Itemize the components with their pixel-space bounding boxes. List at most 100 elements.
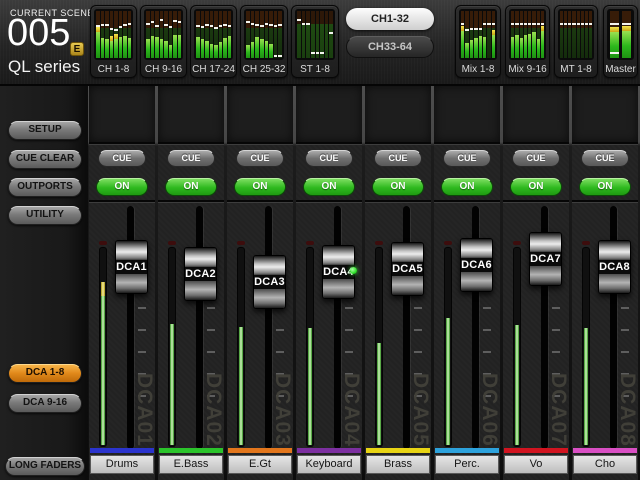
bank-button-ch33-64[interactable]: CH33-64	[346, 36, 434, 58]
meter-block-ch-1-8[interactable]: CH 1-8	[90, 5, 137, 78]
channel-name[interactable]: Cho	[573, 455, 637, 474]
peak-led	[306, 241, 314, 245]
strip-function-box[interactable]	[227, 86, 293, 142]
fader-cap-label: DCA2	[185, 267, 216, 281]
utility-button[interactable]: UTILITY	[8, 206, 82, 225]
level-meter	[128, 11, 132, 58]
on-button[interactable]: ON	[234, 178, 286, 196]
on-button[interactable]: ON	[96, 178, 148, 196]
channel-color-bar	[228, 448, 292, 453]
fader-cap[interactable]: DCA7	[529, 232, 562, 286]
channel-strip-dca03: CUEONDCA3DCA03E.Gt	[227, 86, 293, 480]
strip-function-box[interactable]	[503, 86, 569, 142]
channel-name[interactable]: Keyboard	[297, 455, 361, 474]
fader-cap[interactable]: DCA2	[184, 247, 217, 301]
channel-name[interactable]: Vo	[504, 455, 568, 474]
strip-function-box[interactable]	[365, 86, 431, 142]
cue-button[interactable]: CUE	[581, 150, 629, 167]
peak-led	[168, 241, 176, 245]
meter-fill	[228, 36, 232, 58]
meter-fill	[246, 45, 250, 58]
fader-position-mark	[101, 24, 105, 26]
meter-block-mix-1-8[interactable]: Mix 1-8	[455, 5, 501, 78]
cue-button[interactable]: CUE	[167, 150, 215, 167]
meter-block-ch-9-16[interactable]: CH 9-16	[140, 5, 187, 78]
channel-name[interactable]: Perc.	[435, 455, 499, 474]
fader-cap[interactable]: DCA6	[460, 238, 493, 292]
fader-position-mark	[164, 24, 168, 26]
strip-function-box[interactable]	[572, 86, 638, 142]
channel-meter	[168, 247, 176, 447]
on-button[interactable]: ON	[165, 178, 217, 196]
strip-function-box[interactable]	[296, 86, 362, 142]
channel-name[interactable]: E.Gt	[228, 455, 292, 474]
fader-scale-tick	[207, 351, 215, 353]
fader-position-mark	[278, 55, 282, 57]
cue-clear-button[interactable]: CUE CLEAR	[8, 150, 82, 169]
fader-scale-tick	[552, 307, 560, 309]
long-faders-button[interactable]: LONG FADERS	[5, 457, 85, 476]
cue-button[interactable]: CUE	[512, 150, 560, 167]
fader-position-mark	[465, 29, 468, 31]
strip-function-box[interactable]	[89, 86, 155, 142]
strip-function-box[interactable]	[158, 86, 224, 142]
level-meter	[479, 11, 482, 58]
scene-number[interactable]: 005	[7, 12, 70, 55]
dca-1-8-button[interactable]: DCA 1-8	[8, 364, 82, 383]
channel-color-bar	[159, 448, 223, 453]
fader-cap-bottom	[116, 274, 147, 293]
meter-area	[94, 9, 133, 60]
meter-block-ch-25-32[interactable]: CH 25-32	[240, 5, 288, 78]
cue-button[interactable]: CUE	[443, 150, 491, 167]
meter-yellow-tip	[610, 27, 619, 32]
meter-fill	[260, 39, 264, 58]
meter-block-st-1-8[interactable]: ST 1-8	[291, 5, 339, 78]
fader-position-mark	[515, 23, 518, 25]
cue-button[interactable]: CUE	[305, 150, 353, 167]
channel-name[interactable]: Brass	[366, 455, 430, 474]
meter-fill	[105, 39, 109, 58]
fader-position-mark	[589, 23, 592, 25]
strip-function-box[interactable]	[434, 86, 500, 142]
meter-area	[509, 9, 546, 60]
fader-cap[interactable]: DCA8	[598, 240, 631, 294]
channel-name[interactable]: E.Bass	[159, 455, 223, 474]
on-button[interactable]: ON	[579, 178, 631, 196]
meter-yellow-tip	[461, 26, 464, 31]
cue-button[interactable]: CUE	[236, 150, 284, 167]
fader-cap[interactable]: DCA5	[391, 242, 424, 296]
meter-block-master[interactable]: Master	[603, 5, 638, 78]
fader-cap-bottom	[254, 289, 285, 308]
level-meter	[123, 11, 127, 58]
on-button[interactable]: ON	[510, 178, 562, 196]
fader-position-mark	[214, 27, 218, 29]
meter-block-label: ST 1-8	[292, 64, 338, 75]
fader-cap[interactable]: DCA1	[115, 240, 148, 294]
bank-button-ch1-32[interactable]: CH1-32	[346, 8, 434, 30]
channel-strip-dca08: CUEONDCA8DCA08Cho	[572, 86, 638, 480]
fader-position-mark	[260, 25, 264, 27]
meter-area	[607, 9, 634, 60]
meter-block-label: CH 25-32	[241, 64, 287, 75]
outports-button[interactable]: OUTPORTS	[8, 178, 82, 197]
fader-position-mark	[511, 23, 514, 25]
fader-cap[interactable]: DCA4	[322, 245, 355, 299]
cue-button[interactable]: CUE	[98, 150, 146, 167]
on-button[interactable]: ON	[372, 178, 424, 196]
dca-9-16-button[interactable]: DCA 9-16	[8, 394, 82, 413]
channel-name[interactable]: Drums	[90, 455, 154, 474]
cue-button[interactable]: CUE	[374, 150, 422, 167]
fader-cap-top	[323, 246, 354, 265]
on-button[interactable]: ON	[441, 178, 493, 196]
meter-block-mix-9-16[interactable]: Mix 9-16	[505, 5, 550, 78]
meter-block-ch-17-24[interactable]: CH 17-24	[190, 5, 237, 78]
strip-divider	[365, 142, 431, 145]
on-button[interactable]: ON	[303, 178, 355, 196]
strip-divider	[296, 200, 362, 203]
setup-button[interactable]: SETUP	[8, 121, 82, 140]
fader-cap[interactable]: DCA3	[253, 255, 286, 309]
meter-fill	[201, 39, 205, 58]
meter-block-mt-1-8[interactable]: MT 1-8	[554, 5, 598, 78]
strip-divider	[89, 142, 155, 145]
meter-fill	[251, 42, 255, 58]
